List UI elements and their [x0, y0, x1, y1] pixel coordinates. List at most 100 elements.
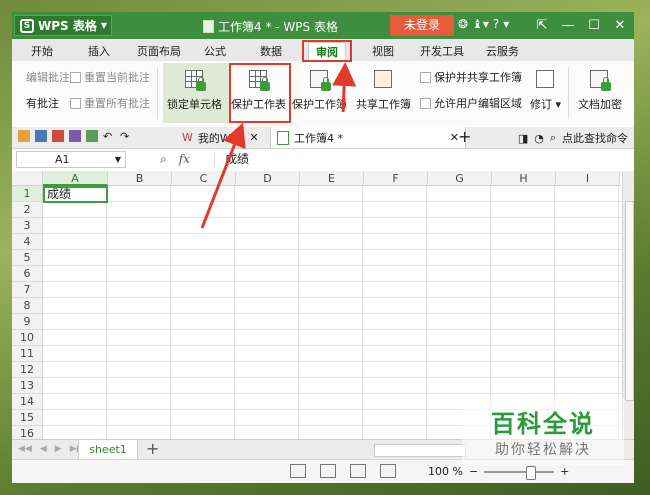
row-header-5[interactable]: 5 — [12, 250, 43, 266]
tab-home[interactable]: 开始 — [31, 43, 53, 59]
tab-formulas[interactable]: 公式 — [204, 43, 226, 59]
row-header-10[interactable]: 10 — [12, 330, 43, 346]
column-header-c[interactable]: C — [172, 171, 236, 186]
title-bar: S WPS 表格 ▼ 工作簿4 * - WPS 表格 未登录 ❂ ♝▾ ? ▾ … — [12, 12, 634, 39]
row-header-12[interactable]: 12 — [12, 362, 43, 378]
row-header-7[interactable]: 7 — [12, 282, 43, 298]
column-header-f[interactable]: F — [364, 171, 428, 186]
allow-user-edit-button[interactable]: 允许用户编辑区域 — [420, 95, 522, 111]
tab-page-layout[interactable]: 页面布局 — [137, 43, 181, 59]
print-icon[interactable] — [69, 130, 81, 142]
row-header-4[interactable]: 4 — [12, 234, 43, 250]
preview-icon[interactable] — [86, 130, 98, 142]
minimize-icon[interactable]: — — [558, 16, 578, 34]
column-header-i[interactable]: I — [556, 171, 620, 186]
reset-comment-icon — [70, 71, 81, 83]
column-header-a[interactable]: A — [43, 171, 108, 186]
row-header-13[interactable]: 13 — [12, 378, 43, 394]
skin-icon[interactable]: ❂ — [458, 17, 468, 31]
formula-input[interactable]: 成绩 — [214, 151, 628, 168]
tab-data[interactable]: 数据 — [260, 43, 282, 59]
protect-workbook-button[interactable]: 保护工作簿 — [292, 69, 347, 112]
active-cell-a1[interactable]: 成绩 — [43, 186, 108, 203]
row-header-1[interactable]: 1 — [12, 186, 43, 202]
search-icon: ⌕ — [549, 131, 556, 144]
share-workbook-button[interactable]: 共享工作簿 — [356, 69, 411, 112]
next-sheet-icon[interactable]: ▶ — [55, 444, 62, 454]
zoom-slider-knob[interactable] — [526, 465, 537, 480]
document-title-text: 工作簿4 * - WPS 表格 — [218, 20, 338, 34]
row-header-2[interactable]: 2 — [12, 202, 43, 218]
add-sheet-button[interactable]: + — [146, 440, 159, 458]
save-icon[interactable] — [35, 130, 47, 142]
row-header-9[interactable]: 9 — [12, 314, 43, 330]
row-header-15[interactable]: 15 — [12, 410, 43, 426]
pdf-icon[interactable] — [52, 130, 64, 142]
row-header-11[interactable]: 11 — [12, 346, 43, 362]
column-header-e[interactable]: E — [300, 171, 364, 186]
zoom-in-icon[interactable]: + — [560, 465, 569, 478]
name-box[interactable]: A1 ▼ — [16, 151, 126, 168]
reset-current-comment-button[interactable]: 重置当前批注 — [70, 69, 150, 85]
page-layout-view-icon[interactable] — [320, 464, 336, 478]
column-header-b[interactable]: B — [108, 171, 172, 186]
scrollbar-thumb[interactable] — [625, 201, 634, 401]
normal-view-icon[interactable] — [290, 464, 306, 478]
find-command[interactable]: ◨ ◔ ⌕ 点此查找命令 — [518, 130, 628, 146]
select-all-corner[interactable] — [12, 171, 43, 186]
new-tab-icon[interactable]: + — [458, 127, 471, 147]
row-header-6[interactable]: 6 — [12, 266, 43, 282]
horizontal-scrollbar[interactable] — [374, 444, 466, 457]
undo-icon[interactable]: ↶ — [103, 130, 115, 143]
tab-workbook4[interactable]: 工作簿4 * ✕ — [270, 127, 466, 148]
revise-button[interactable]: 修订 ▾ — [530, 69, 561, 112]
zoom-search-icon[interactable]: ⌕ — [160, 152, 167, 167]
chevron-down-icon[interactable]: ▼ — [115, 152, 121, 167]
sheet-tab-sheet1[interactable]: sheet1 — [78, 440, 138, 459]
reset-all-comments-button[interactable]: 重置所有批注 — [70, 95, 150, 111]
zoom-slider[interactable] — [484, 465, 555, 480]
redo-icon[interactable]: ↷ — [120, 130, 132, 143]
edit-comment-button[interactable]: 编辑批注 — [26, 69, 70, 85]
tab-developer[interactable]: 开发工具 — [420, 43, 464, 59]
app-menu-button[interactable]: S WPS 表格 ▼ — [14, 15, 112, 36]
protect-and-share-button[interactable]: 保护并共享工作簿 — [420, 69, 522, 85]
find-command-label: 点此查找命令 — [562, 132, 628, 145]
doc-encrypt-button[interactable]: 文档加密 — [578, 69, 622, 112]
formula-tools: ⌕ fx — [160, 152, 190, 167]
row-header-16[interactable]: 16 — [12, 426, 43, 439]
protect-sheet-button[interactable]: 保护工作表 — [231, 69, 286, 112]
allow-edit-icon — [420, 97, 431, 109]
has-comment-button[interactable]: 有批注 — [26, 95, 59, 111]
close-icon[interactable]: ✕ — [249, 131, 258, 144]
column-header-h[interactable]: H — [492, 171, 556, 186]
fx-icon[interactable]: fx — [179, 152, 190, 167]
tab-my-wps[interactable]: W 我的WPS ✕ — [182, 127, 259, 148]
first-sheet-icon[interactable]: ◀◀ — [18, 444, 32, 454]
column-header-d[interactable]: D — [236, 171, 300, 186]
open-icon[interactable] — [18, 130, 30, 142]
row-header-14[interactable]: 14 — [12, 394, 43, 410]
tab-view[interactable]: 视图 — [372, 43, 394, 59]
page-break-view-icon[interactable] — [350, 464, 366, 478]
reading-mode-icon[interactable] — [380, 464, 396, 478]
protect-workbook-label: 保护工作簿 — [292, 98, 347, 111]
prev-sheet-icon[interactable]: ◀ — [40, 444, 47, 454]
zoom-level[interactable]: 100 % — [428, 465, 463, 478]
close-icon[interactable]: ✕ — [610, 16, 630, 34]
tab-cloud[interactable]: 云服务 — [486, 43, 519, 59]
tab-insert[interactable]: 插入 — [88, 43, 110, 59]
row-header-8[interactable]: 8 — [12, 298, 43, 314]
shirt-icon[interactable]: ♝▾ — [472, 17, 489, 31]
chevron-down-icon[interactable]: ▾ — [503, 17, 509, 31]
row-header-3[interactable]: 3 — [12, 218, 43, 234]
help-icon[interactable]: ? — [493, 17, 499, 31]
tab-my-wps-label: 我的WPS — [197, 131, 245, 145]
login-button[interactable]: 未登录 — [390, 15, 454, 36]
column-header-g[interactable]: G — [428, 171, 492, 186]
history-icon: ◔ — [534, 131, 544, 145]
maximize-icon[interactable]: ☐ — [584, 16, 604, 34]
restore-icon[interactable]: ⇱ — [532, 16, 552, 34]
lock-cell-button[interactable]: 锁定单元格 — [167, 69, 222, 112]
zoom-out-icon[interactable]: − — [469, 465, 478, 478]
